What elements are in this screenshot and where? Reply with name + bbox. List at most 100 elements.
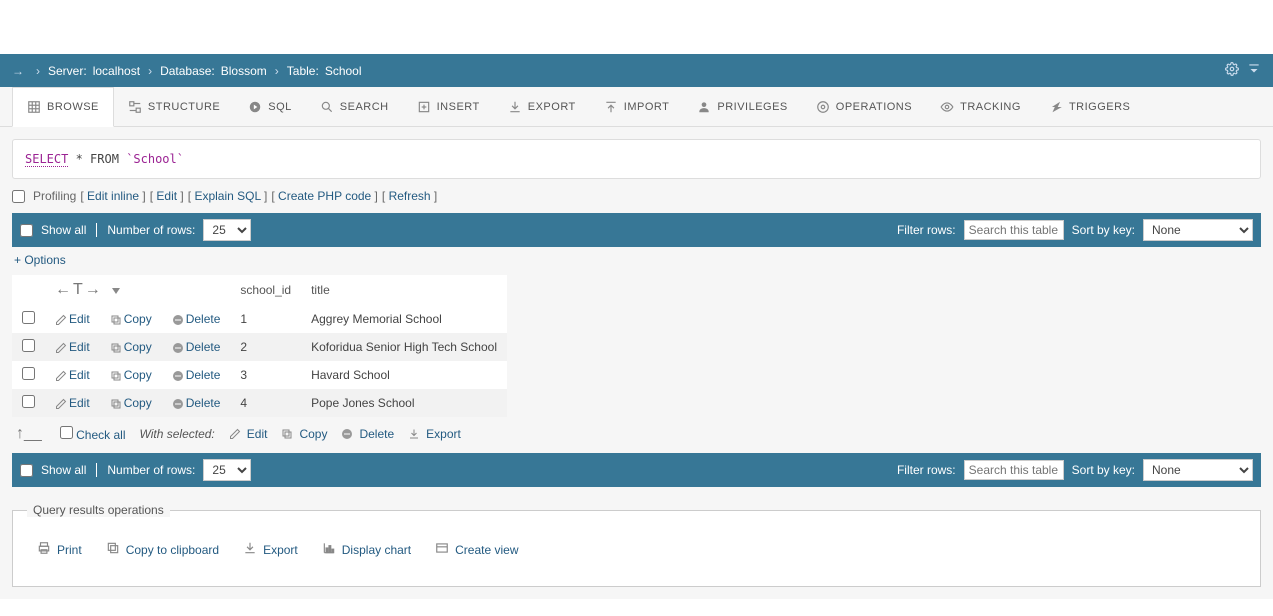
table-label: Table:: [287, 64, 319, 78]
create-view-link[interactable]: Create view: [435, 541, 518, 558]
tab-label: Browse: [47, 101, 99, 113]
delete-icon: [341, 428, 353, 440]
sort-by-key-select[interactable]: None: [1143, 459, 1253, 481]
filter-rows-input[interactable]: [964, 460, 1064, 480]
show-all-label: Show all: [41, 463, 86, 477]
print-link[interactable]: Print: [37, 541, 82, 558]
actions-column-header: ←T→: [45, 275, 230, 305]
profiling-checkbox[interactable]: [12, 190, 25, 203]
num-rows-select[interactable]: 25: [203, 219, 251, 241]
sql-query-text: SELECT * FROM `School`: [25, 152, 184, 167]
row-edit-link[interactable]: Edit: [55, 368, 90, 382]
nav-arrow-icon[interactable]: →: [12, 64, 24, 78]
tab-label: Structure: [148, 101, 220, 113]
row-delete-link[interactable]: Delete: [172, 396, 221, 410]
sort-arrows-icon[interactable]: ←T→: [55, 281, 103, 298]
sql-text: * FROM: [76, 152, 119, 166]
tab-insert[interactable]: Insert: [403, 87, 494, 126]
row-copy-link[interactable]: Copy: [110, 396, 152, 410]
show-all-checkbox[interactable]: [20, 464, 33, 477]
tab-import[interactable]: Import: [590, 87, 684, 126]
show-all-checkbox[interactable]: [20, 224, 33, 237]
sql-actions-row: Profiling [ Edit inline ] [ Edit ] [ Exp…: [12, 189, 1261, 203]
content-area: SELECT * FROM `School` Profiling [ Edit …: [0, 127, 1273, 599]
tab-label: Privileges: [717, 101, 787, 113]
print-icon: [37, 541, 51, 558]
check-all-link[interactable]: Check all: [76, 428, 125, 442]
table-value[interactable]: School: [325, 64, 362, 78]
bulk-delete-link[interactable]: Delete: [341, 427, 394, 441]
copy-icon: [110, 342, 122, 354]
bulk-actions-row: ↑__ Check all With selected: Edit Copy D…: [12, 417, 1261, 447]
with-selected-label: With selected:: [140, 427, 215, 441]
tab-triggers[interactable]: Triggers: [1035, 87, 1144, 126]
row-copy-link[interactable]: Copy: [110, 312, 152, 326]
tab-sql[interactable]: SQL: [234, 87, 306, 126]
pencil-icon: [55, 342, 67, 354]
sort-by-key-select[interactable]: None: [1143, 219, 1253, 241]
server-label: Server:: [48, 64, 87, 78]
row-copy-link[interactable]: Copy: [110, 368, 152, 382]
row-checkbox[interactable]: [22, 339, 35, 352]
options-toggle[interactable]: + Options: [12, 247, 68, 273]
server-value[interactable]: localhost: [93, 64, 140, 78]
edit-inline-link[interactable]: Edit inline: [87, 189, 139, 203]
row-checkbox[interactable]: [22, 311, 35, 324]
tab-operations[interactable]: Operations: [802, 87, 926, 126]
tab-tracking[interactable]: Tracking: [926, 87, 1035, 126]
export-icon: [243, 541, 257, 558]
delete-icon: [172, 342, 184, 354]
database-value[interactable]: Blossom: [221, 64, 267, 78]
row-delete-link[interactable]: Delete: [172, 368, 221, 382]
check-all-checkbox[interactable]: [60, 426, 73, 439]
collapse-icon[interactable]: [1247, 62, 1261, 79]
tabs-bar: Browse Structure SQL Search Insert Expor…: [0, 87, 1273, 127]
tab-label: SQL: [268, 101, 292, 113]
bulk-copy-link[interactable]: Copy: [281, 427, 327, 441]
row-delete-link[interactable]: Delete: [172, 340, 221, 354]
num-rows-select[interactable]: 25: [203, 459, 251, 481]
delete-icon: [172, 314, 184, 326]
delete-icon: [172, 398, 184, 410]
copy-icon: [281, 428, 293, 440]
pencil-icon: [55, 314, 67, 326]
tab-label: Triggers: [1069, 101, 1130, 113]
row-edit-link[interactable]: Edit: [55, 312, 90, 326]
refresh-link[interactable]: Refresh: [389, 189, 431, 203]
gear-icon[interactable]: [1225, 62, 1239, 79]
explain-sql-link[interactable]: Explain SQL: [194, 189, 260, 203]
divider: [96, 223, 97, 237]
tab-structure[interactable]: Structure: [114, 87, 234, 126]
filter-rows-input[interactable]: [964, 220, 1064, 240]
copy-clipboard-link[interactable]: Copy to clipboard: [106, 541, 219, 558]
tab-search[interactable]: Search: [306, 87, 403, 126]
tab-privileges[interactable]: Privileges: [683, 87, 801, 126]
sql-query-box: SELECT * FROM `School`: [12, 139, 1261, 179]
tab-export[interactable]: Export: [494, 87, 590, 126]
separator: ›: [36, 64, 40, 78]
cell-title: Koforidua Senior High Tech School: [301, 333, 507, 361]
tab-browse[interactable]: Browse: [12, 87, 114, 127]
display-chart-link[interactable]: Display chart: [322, 541, 411, 558]
copy-icon: [110, 370, 122, 382]
row-delete-link[interactable]: Delete: [172, 312, 221, 326]
checkbox-column-header: [12, 275, 45, 305]
export-icon: [508, 100, 522, 114]
dropdown-caret-icon[interactable]: [112, 288, 120, 294]
row-checkbox[interactable]: [22, 367, 35, 380]
bulk-edit-link[interactable]: Edit: [229, 427, 268, 441]
column-header-title[interactable]: title: [301, 275, 507, 305]
edit-link[interactable]: Edit: [156, 189, 177, 203]
tracking-icon: [940, 100, 954, 114]
tab-label: Operations: [836, 101, 912, 113]
create-php-link[interactable]: Create PHP code: [278, 189, 371, 203]
row-checkbox[interactable]: [22, 395, 35, 408]
row-edit-link[interactable]: Edit: [55, 340, 90, 354]
tab-label: Import: [624, 101, 670, 113]
row-edit-link[interactable]: Edit: [55, 396, 90, 410]
bulk-export-link[interactable]: Export: [408, 427, 461, 441]
column-header-school-id[interactable]: school_id: [230, 275, 301, 305]
row-copy-link[interactable]: Copy: [110, 340, 152, 354]
tab-label: Export: [528, 101, 576, 113]
export-link[interactable]: Export: [243, 541, 298, 558]
